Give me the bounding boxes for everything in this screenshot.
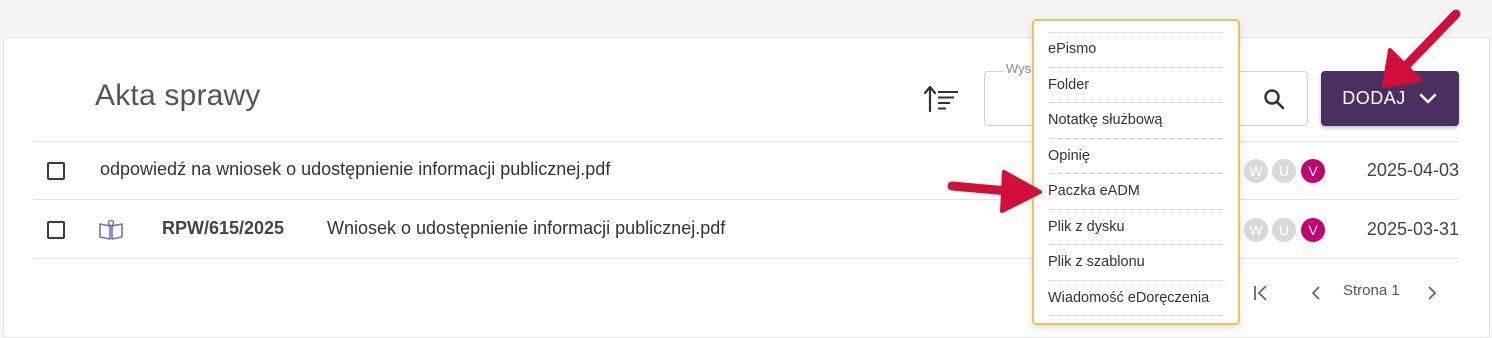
next-page-icon[interactable]: [1422, 283, 1442, 303]
row-date: 2025-04-03: [1366, 160, 1459, 180]
file-name[interactable]: Wniosek o udostępnienie informacji publi…: [327, 218, 725, 239]
add-menu: ePismo Folder Notatkę służbową Opinię Pa…: [1032, 19, 1240, 325]
row-checkbox[interactable]: [47, 162, 65, 180]
menu-item-epismo[interactable]: ePismo: [1048, 32, 1226, 68]
sort-icon: [923, 85, 958, 113]
sort-button[interactable]: [922, 84, 960, 114]
document-signature: RPW/615/2025: [162, 218, 285, 238]
table-row[interactable]: RPW/615/2025 Wniosek o udostępnienie inf…: [33, 200, 1459, 258]
row-divider: [33, 258, 1459, 259]
prev-page-icon[interactable]: [1306, 283, 1326, 303]
menu-item-paczka-eadm[interactable]: Paczka eADM: [1048, 174, 1226, 210]
search-label: Wys: [1003, 61, 1035, 76]
menu-item-notatka[interactable]: Notatkę służbową: [1048, 103, 1226, 139]
table-row[interactable]: odpowiedź na wniosek o udostępnienie inf…: [33, 142, 1459, 200]
menu-item-edoreczenia[interactable]: Wiadomość eDoręczenia: [1048, 281, 1226, 316]
file-name[interactable]: odpowiedź na wniosek o udostępnienie inf…: [100, 159, 610, 180]
menu-item-plik-z-dysku[interactable]: Plik z dysku: [1048, 210, 1226, 245]
page-indicator: Strona 1: [1343, 282, 1400, 299]
badge-v: V: [1301, 159, 1325, 183]
menu-item-folder[interactable]: Folder: [1048, 68, 1226, 103]
badge-v: V: [1301, 218, 1325, 242]
annotation-arrow-add: [1382, 9, 1461, 88]
row-date: 2025-03-31: [1366, 219, 1459, 239]
search-icon[interactable]: [1262, 87, 1286, 111]
menu-item-opinia[interactable]: Opinię: [1048, 139, 1226, 174]
badge-u: U: [1272, 218, 1296, 242]
book-icon: [99, 219, 123, 240]
page-title: Akta sprawy: [95, 79, 261, 112]
row-checkbox[interactable]: [47, 221, 65, 239]
menu-item-plik-z-szablonu[interactable]: Plik z szablonu: [1048, 245, 1226, 281]
first-page-icon[interactable]: [1251, 283, 1271, 303]
badge-w: W: [1244, 218, 1268, 242]
badge-u: U: [1272, 159, 1296, 183]
annotation-arrow-paczka: [947, 170, 1042, 213]
badge-w: W: [1244, 159, 1268, 183]
